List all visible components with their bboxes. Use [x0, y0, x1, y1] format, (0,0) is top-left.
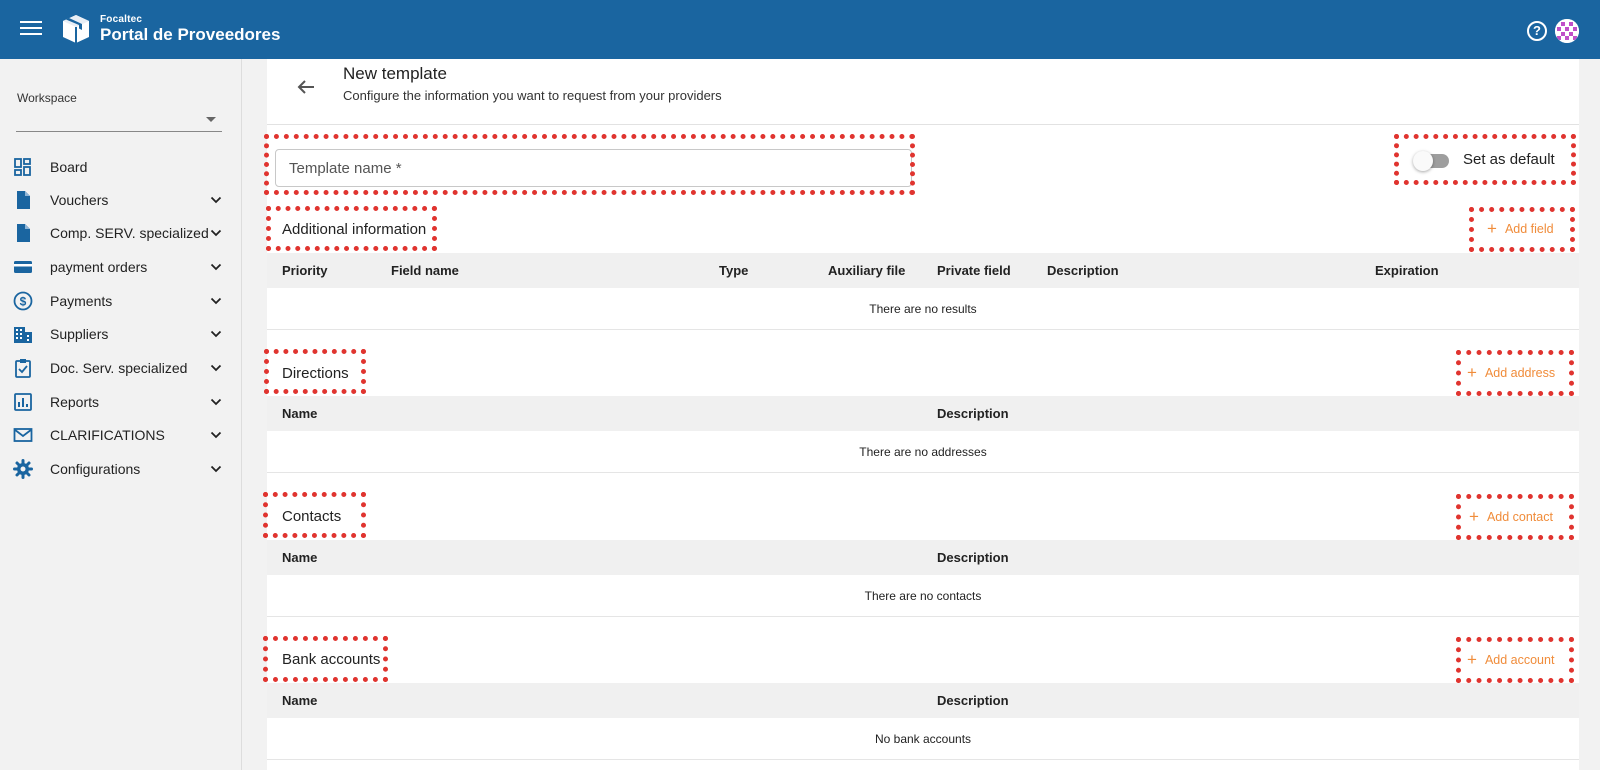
- empty-message: There are no results: [267, 288, 1579, 330]
- highlight-box: [1456, 637, 1574, 683]
- avatar[interactable]: [1555, 19, 1579, 43]
- sidebar-item-label: Configurations: [50, 461, 141, 477]
- page-header: New template Configure the information y…: [267, 59, 1579, 125]
- dropdown-caret-icon: [206, 117, 216, 122]
- column-header: Name: [282, 406, 318, 421]
- column-header: Field name: [391, 263, 459, 278]
- chevron-down-icon: [210, 297, 222, 305]
- column-header: Auxiliary file: [828, 263, 906, 278]
- column-header: Type: [719, 263, 749, 278]
- chevron-down-icon: [210, 330, 222, 338]
- dollar-circle-icon: $: [13, 291, 33, 311]
- empty-message: There are no contacts: [267, 575, 1579, 617]
- workspace-select[interactable]: [16, 109, 222, 132]
- sidebar-item-label: Payments: [50, 293, 113, 309]
- dashboard-icon: [14, 158, 31, 176]
- highlight-box: [1469, 207, 1575, 252]
- sidebar-item-comp-serv-specialized[interactable]: Comp. SERV. specialized: [0, 217, 242, 249]
- top-app-bar: Focaltec Portal de Proveedores ?: [0, 0, 1600, 59]
- page-subtitle: Configure the information you want to re…: [343, 88, 722, 103]
- gear-icon: [13, 459, 33, 479]
- brand: Focaltec Portal de Proveedores: [100, 14, 280, 45]
- credit-card-icon: [14, 261, 32, 273]
- contacts-table-header: Name Description: [267, 540, 1579, 575]
- column-header: Description: [1047, 263, 1119, 278]
- sidebar-item-label: Board: [50, 159, 88, 175]
- sidebar-item-vouchers[interactable]: Vouchers: [0, 184, 242, 216]
- highlight-box: [1394, 134, 1576, 185]
- brand-title: Portal de Proveedores: [100, 25, 281, 44]
- additional-info-table-header: Priority Field name Type Auxiliary file …: [267, 253, 1579, 288]
- chevron-down-icon: [210, 364, 222, 372]
- empty-message: There are no addresses: [267, 431, 1579, 473]
- sidebar-item-reports[interactable]: Reports: [0, 386, 242, 418]
- sidebar-item-payment-orders[interactable]: payment orders: [0, 251, 242, 283]
- sidebar-item-label: Comp. SERV. specialized: [50, 225, 209, 241]
- sidebar-item-clarifications[interactable]: CLARIFICATIONS: [0, 419, 242, 451]
- column-header: Expiration: [1375, 263, 1439, 278]
- sidebar-item-suppliers[interactable]: Suppliers: [0, 318, 242, 350]
- highlight-box: [1456, 350, 1574, 396]
- portal-logo-icon: [63, 15, 89, 43]
- empty-message: No bank accounts: [267, 718, 1579, 760]
- chevron-down-icon: [210, 465, 222, 473]
- sidebar-item-board[interactable]: Board: [0, 151, 242, 183]
- sidebar-item-label: Suppliers: [50, 326, 109, 342]
- mail-icon: [13, 428, 33, 442]
- bar-chart-icon: [14, 393, 32, 411]
- document-icon: [17, 224, 30, 242]
- sidebar-item-doc-serv-specialized[interactable]: Doc. Serv. specialized: [0, 352, 242, 384]
- svg-text:$: $: [20, 295, 27, 309]
- column-header: Name: [282, 550, 318, 565]
- column-header: Description: [937, 550, 1009, 565]
- column-header: Description: [937, 693, 1009, 708]
- document-icon: [17, 191, 30, 209]
- building-icon: [14, 327, 32, 343]
- sidebar-item-label: CLARIFICATIONS: [50, 427, 165, 443]
- directions-table-header: Name Description: [267, 396, 1579, 431]
- chevron-down-icon: [210, 196, 222, 204]
- sidebar-item-label: Doc. Serv. specialized: [50, 360, 188, 376]
- column-header: Description: [937, 406, 1009, 421]
- main-content: New template Configure the information y…: [263, 59, 1579, 770]
- workspace-label: Workspace: [17, 91, 77, 105]
- avatar-pattern-icon: [1555, 19, 1579, 43]
- clipboard-check-icon: [15, 359, 31, 378]
- hamburger-menu-icon[interactable]: [20, 18, 42, 40]
- help-icon[interactable]: ?: [1527, 21, 1547, 41]
- page-title: New template: [343, 64, 447, 83]
- sidebar-item-label: payment orders: [50, 259, 148, 275]
- bank-accounts-table-header: Name Description: [267, 683, 1579, 718]
- column-header: Name: [282, 693, 318, 708]
- highlight-box: [264, 134, 915, 195]
- chevron-down-icon: [210, 398, 222, 406]
- highlight-box: [266, 206, 437, 251]
- chevron-down-icon: [210, 431, 222, 439]
- sidebar-item-configurations[interactable]: Configurations: [0, 453, 242, 485]
- highlight-box: [264, 349, 366, 394]
- highlight-box: [1456, 494, 1574, 540]
- column-header: Priority: [282, 263, 328, 278]
- chevron-down-icon: [210, 263, 222, 271]
- highlight-box: [263, 492, 366, 538]
- brand-company: Focaltec: [100, 14, 143, 25]
- column-header: Private field: [937, 263, 1011, 278]
- back-arrow-icon[interactable]: [294, 75, 318, 99]
- sidebar: Workspace Board Vouchers Comp. SERV. spe…: [0, 59, 242, 770]
- highlight-box: [263, 636, 388, 682]
- chevron-down-icon: [210, 229, 222, 237]
- sidebar-item-label: Reports: [50, 394, 100, 410]
- sidebar-item-label: Vouchers: [50, 192, 109, 208]
- sidebar-item-payments[interactable]: $ Payments: [0, 285, 242, 317]
